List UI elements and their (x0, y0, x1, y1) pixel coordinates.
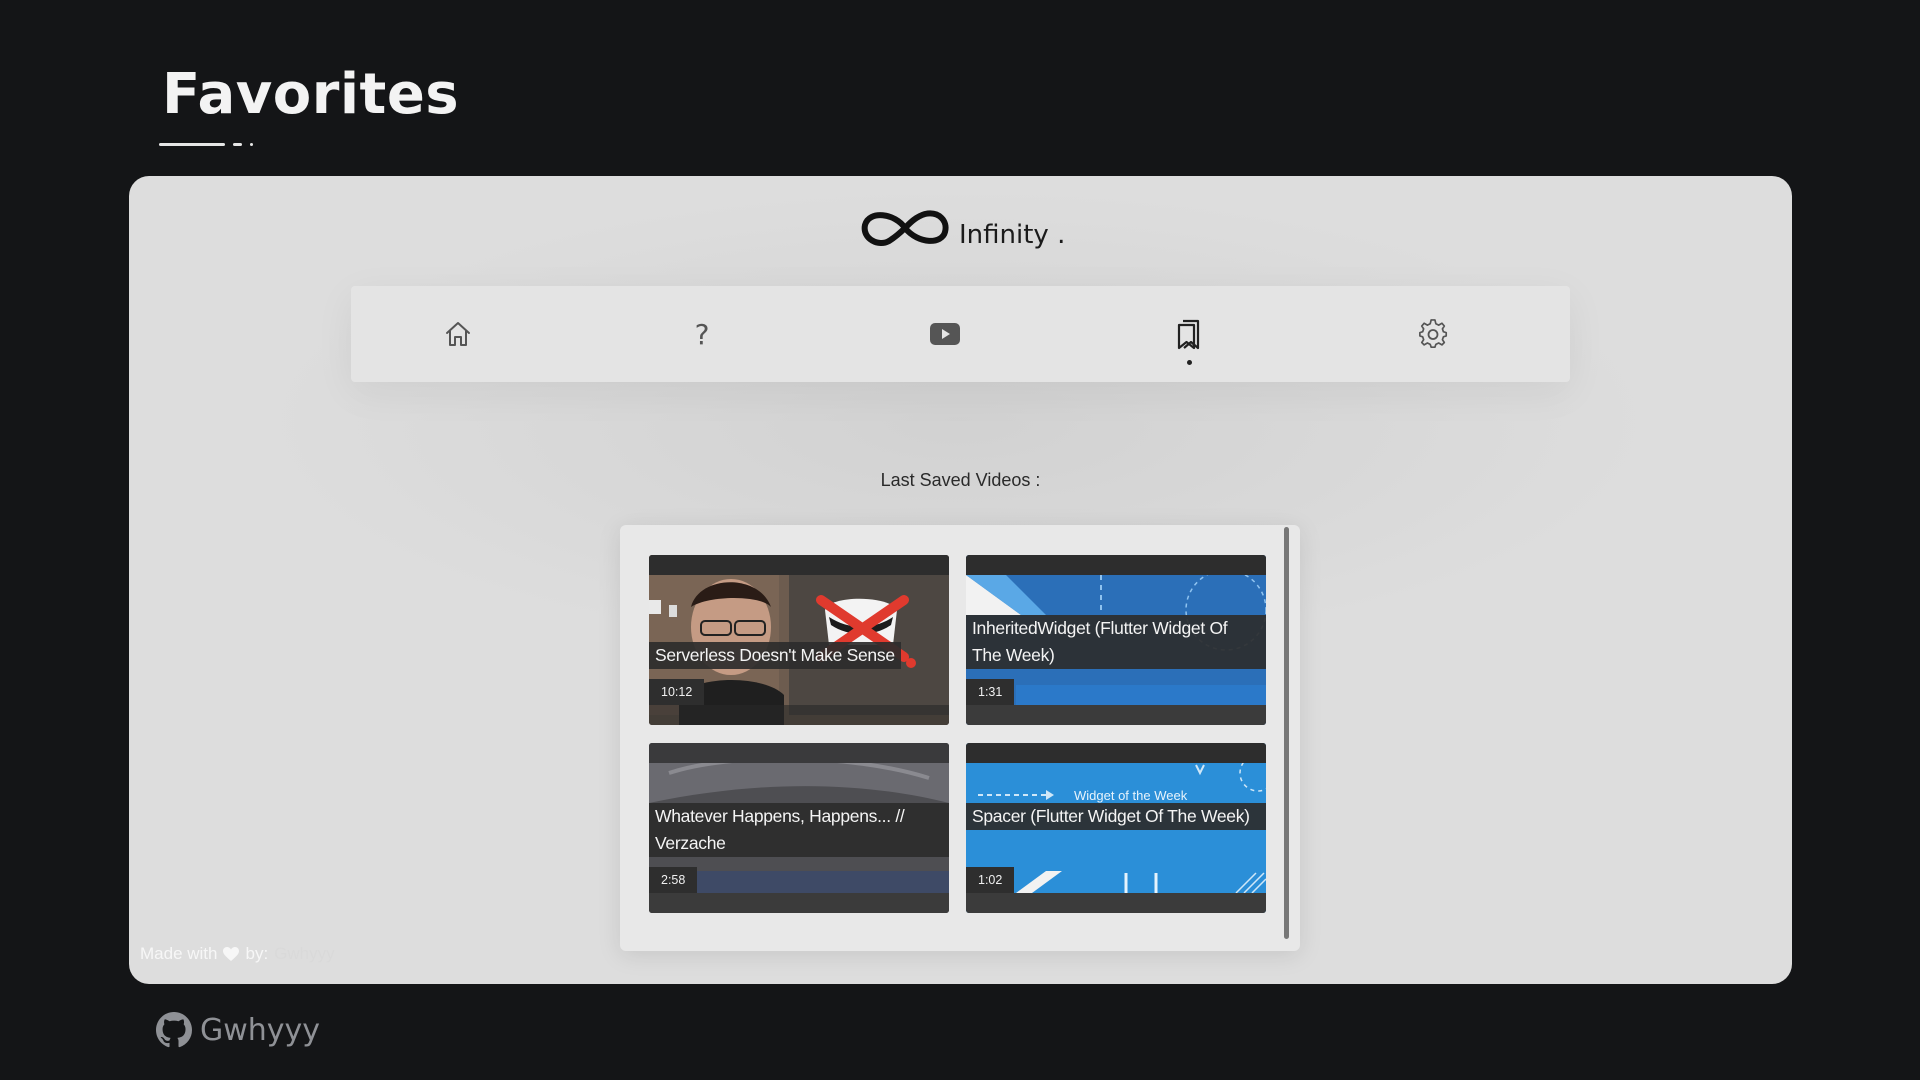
github-link[interactable]: Gwhyyy (156, 1012, 320, 1048)
bookmark-icon (1177, 319, 1200, 350)
video-card[interactable]: Serverless Doesn't Make Sense 10:12 (649, 555, 949, 725)
github-icon (156, 1012, 192, 1048)
home-icon (446, 322, 470, 346)
card-bottom-bar (649, 893, 949, 913)
nav-videos[interactable] (921, 310, 969, 358)
video-title: InheritedWidget (Flutter Widget Of The W… (966, 615, 1266, 669)
gear-icon (1419, 319, 1448, 349)
infinity-icon (861, 210, 949, 246)
nav-home[interactable] (434, 310, 482, 358)
app-name: Infinity . (959, 220, 1066, 250)
nav-help[interactable]: ? (678, 310, 726, 358)
card-top-bar (966, 555, 1266, 575)
card-top-bar (649, 555, 949, 575)
video-title: Whatever Happens, Happens... // Verzache (649, 803, 949, 857)
app-logo: Infinity . (859, 198, 1065, 258)
video-duration: 2:58 (649, 867, 698, 893)
video-card[interactable]: InheritedWidget (Flutter Widget Of The W… (966, 555, 1266, 725)
saved-videos-list: Serverless Doesn't Make Sense 10:12 Inhe… (620, 525, 1300, 951)
card-top-bar (966, 743, 1266, 763)
card-bottom-bar (966, 893, 1266, 913)
author-link[interactable]: Gwhyyy (274, 944, 334, 964)
card-top-bar (649, 743, 949, 763)
card-bottom-bar (649, 705, 949, 725)
play-icon (930, 323, 960, 345)
video-card[interactable]: Whatever Happens, Happens... // Verzache… (649, 743, 949, 913)
navbar: ? (351, 286, 1570, 382)
card-bottom-bar (966, 705, 1266, 725)
github-username: Gwhyyy (200, 1012, 321, 1048)
page-title: Favorites (162, 62, 460, 127)
video-title: Spacer (Flutter Widget Of The Week) (966, 803, 1266, 830)
video-duration: 1:31 (966, 679, 1015, 705)
by-text: by: (245, 944, 269, 963)
saved-videos-label: Last Saved Videos : (880, 470, 1041, 490)
nav-favorites[interactable] (1165, 310, 1213, 365)
made-with-text: Made with (140, 944, 218, 963)
thumbnail-caption: Widget of the Week (1074, 788, 1188, 803)
question-icon: ? (694, 317, 710, 351)
video-title: Serverless Doesn't Make Sense (649, 642, 901, 669)
heart-icon (223, 946, 240, 961)
video-duration: 10:12 (649, 679, 705, 705)
video-card[interactable]: Widget of the Week Spacer (Flutter Widge… (966, 743, 1266, 913)
video-duration: 1:02 (966, 867, 1015, 893)
nav-settings[interactable] (1409, 310, 1457, 358)
active-indicator (1187, 360, 1192, 365)
app-preview-panel: Infinity . ? Last Saved Videos: Serverl… (129, 176, 1792, 984)
made-with-credit: Made with by: Gwhyyy (140, 944, 335, 964)
scrollbar[interactable] (1284, 527, 1289, 939)
page: Favorites Infinity . ? Last Saved Videos… (0, 0, 1920, 1080)
